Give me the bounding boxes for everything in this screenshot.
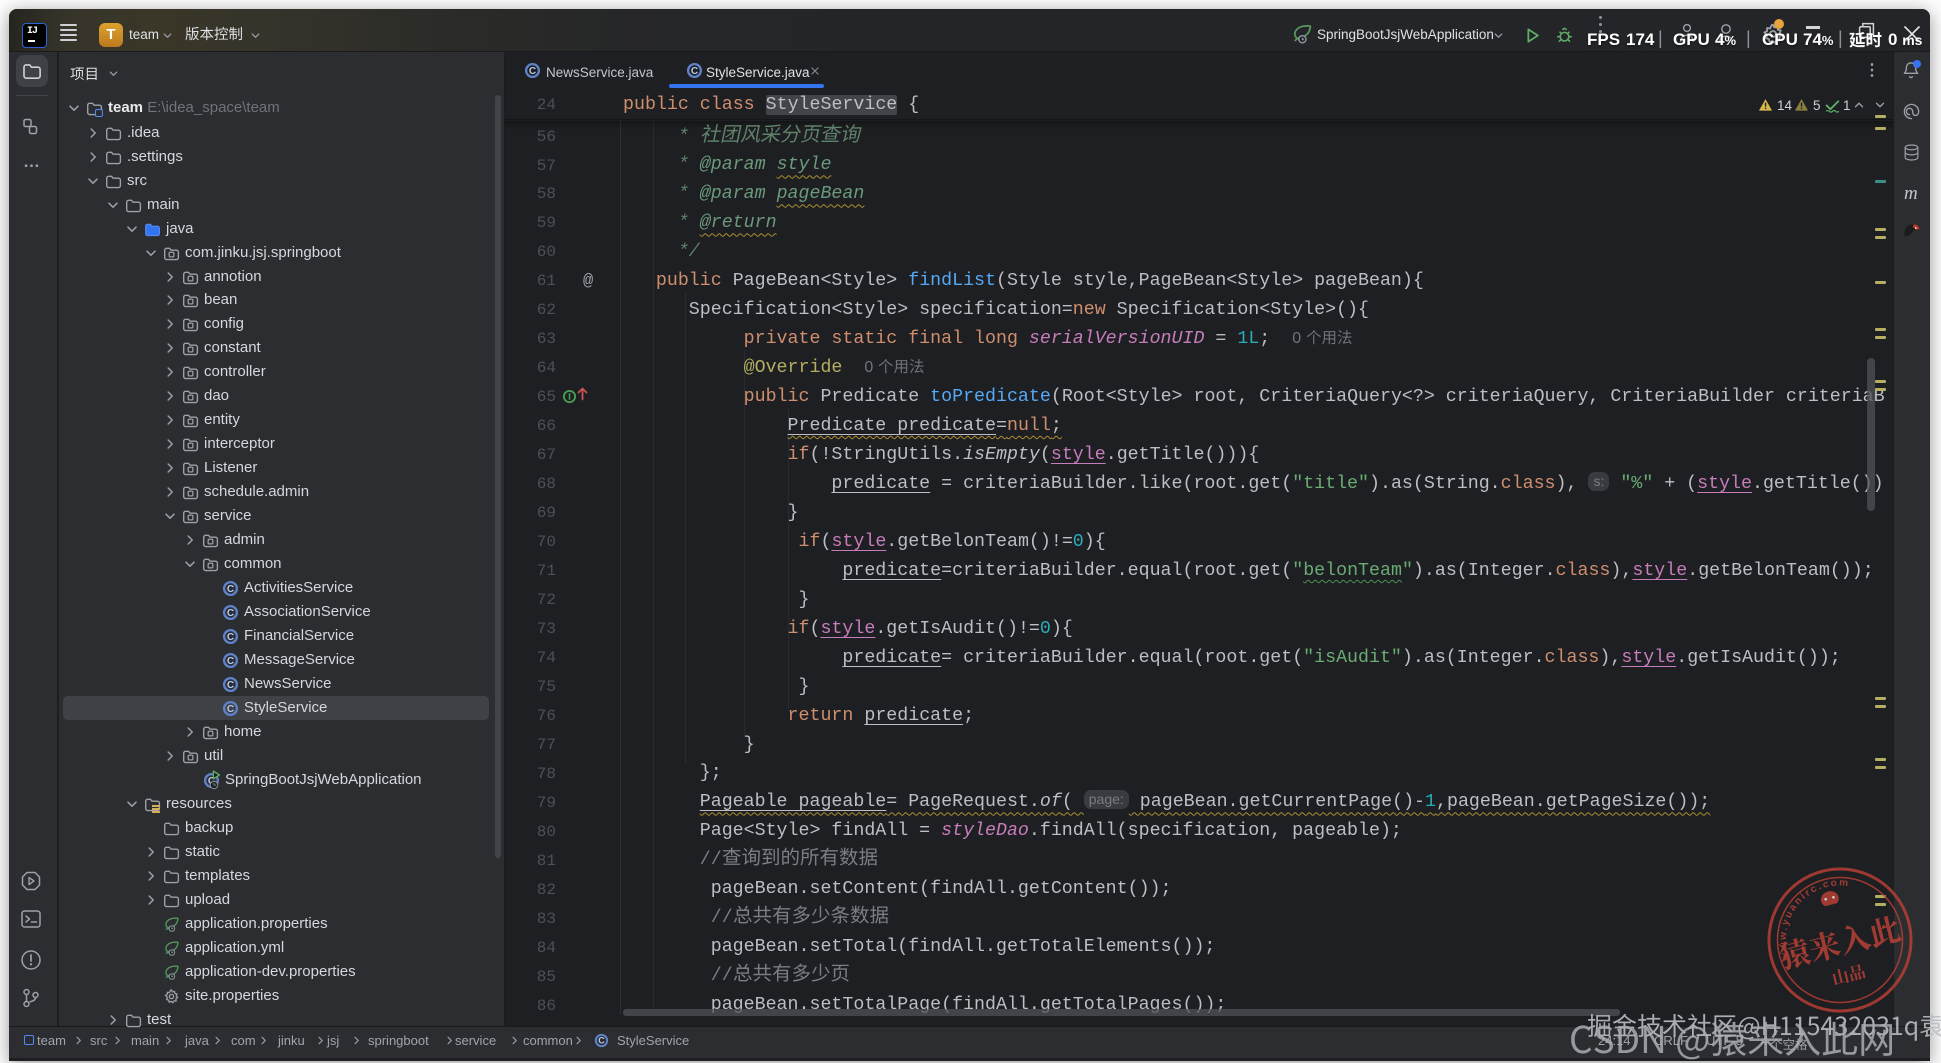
svg-text:www.yuanirc.com: www.yuanirc.com (1765, 873, 1867, 962)
